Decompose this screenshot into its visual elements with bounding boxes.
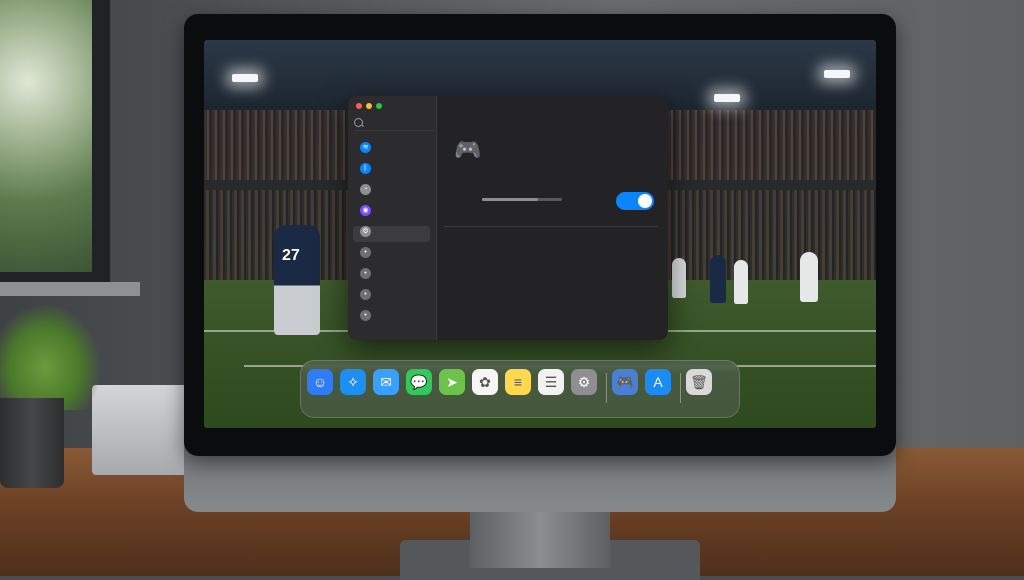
dock-settings-icon[interactable]: ⚙ bbox=[571, 369, 597, 395]
player-number: 27 bbox=[282, 247, 300, 264]
dock-app-store-icon[interactable]: A bbox=[645, 369, 671, 395]
mac-mini-box bbox=[92, 385, 192, 475]
dock-game-controller-icon[interactable]: 🎮 bbox=[612, 369, 638, 395]
settings-slider-fill bbox=[482, 198, 538, 201]
dock-trash-icon[interactable]: 🗑 bbox=[686, 369, 712, 395]
dock-finder-icon[interactable]: ☺ bbox=[307, 369, 333, 395]
system-settings-window: ≋ ᛒ ◔ ◉ ⚙ • • • • 🎮 bbox=[348, 96, 668, 340]
content-toolbar bbox=[436, 96, 668, 126]
dock-notes-icon[interactable]: ≡ bbox=[505, 369, 531, 395]
sidebar-item-screen-time-icon[interactable]: ◔ bbox=[360, 184, 371, 195]
football-player bbox=[710, 255, 726, 303]
potted-plant bbox=[0, 305, 100, 410]
football-player: 27 bbox=[274, 225, 320, 335]
settings-toggle[interactable] bbox=[616, 192, 654, 210]
dock: ☺ ✧ ✉ 💬 ➤ ✿ ≡ ☰ ⚙ 🎮 A 🗑 bbox=[300, 360, 740, 418]
football-player bbox=[672, 258, 686, 298]
room-window bbox=[0, 0, 110, 290]
dock-separator bbox=[606, 373, 607, 403]
settings-sidebar: ≋ ᛒ ◔ ◉ ⚙ • • • • bbox=[348, 96, 437, 340]
dock-photos-icon[interactable]: ✿ bbox=[472, 369, 498, 395]
dock-reminders-icon[interactable]: ☰ bbox=[538, 369, 564, 395]
stadium-light bbox=[232, 74, 258, 82]
football-player bbox=[800, 252, 818, 302]
sidebar-item-settings-item-icon[interactable]: • bbox=[360, 310, 371, 321]
dock-mail-icon[interactable]: ✉ bbox=[373, 369, 399, 395]
sidebar-item-settings-item-icon[interactable]: • bbox=[360, 247, 371, 258]
dock-separator bbox=[680, 373, 681, 403]
dock-messages-icon[interactable]: 💬 bbox=[406, 369, 432, 395]
toggle-knob bbox=[638, 194, 652, 208]
stadium-light bbox=[824, 70, 850, 78]
minimize-button[interactable] bbox=[366, 103, 372, 109]
close-button[interactable] bbox=[356, 103, 362, 109]
sidebar-item-bluetooth-icon[interactable]: ᛒ bbox=[360, 163, 371, 174]
dock-maps-icon[interactable]: ➤ bbox=[439, 369, 465, 395]
gamepad-icon: 🎮 bbox=[454, 137, 482, 162]
sidebar-item-gear-icon[interactable]: ⚙ bbox=[360, 226, 371, 237]
window-sill bbox=[0, 282, 140, 296]
content-divider bbox=[444, 226, 658, 227]
window-glass bbox=[0, 0, 92, 272]
sidebar-search[interactable] bbox=[354, 118, 434, 131]
dock-safari-icon[interactable]: ✧ bbox=[340, 369, 366, 395]
sidebar-item-settings-item-icon[interactable]: • bbox=[360, 289, 371, 300]
stadium-light bbox=[714, 94, 740, 102]
sidebar-item-settings-item-icon[interactable]: • bbox=[360, 268, 371, 279]
football-player bbox=[734, 260, 748, 304]
search-icon bbox=[354, 118, 363, 127]
sidebar-item-wifi-icon[interactable]: ≋ bbox=[360, 142, 371, 153]
sidebar-item-siri-icon[interactable]: ◉ bbox=[360, 205, 371, 216]
plant-pot bbox=[0, 398, 64, 488]
zoom-button[interactable] bbox=[376, 103, 382, 109]
